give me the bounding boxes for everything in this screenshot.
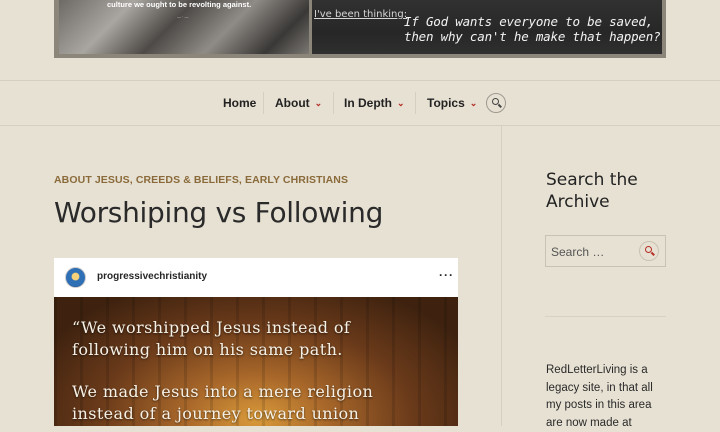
banner-right-quote: If God wants everyone to be saved, then … — [404, 14, 661, 44]
nav-divider — [415, 92, 416, 114]
banner-image-left[interactable]: culture we ought to be revolting against… — [59, 0, 309, 54]
quote-line-3: We made Jesus into a mere religion — [72, 382, 374, 401]
search-button[interactable] — [639, 241, 659, 261]
main-nav: Home About ⌄ In Depth ⌄ Topics ⌄ — [0, 81, 720, 125]
chevron-down-icon: ⌄ — [314, 98, 323, 108]
search-input[interactable] — [551, 245, 636, 259]
banner-quote-line-2: then why can't he make that happen? — [404, 29, 661, 44]
banner-quote-line-1: If God wants everyone to be saved, — [404, 14, 654, 29]
banner-left-text: culture we ought to be revolting against… — [107, 0, 252, 9]
banner-right-label: I've been thinking: — [314, 9, 408, 20]
search-widget-title: Search the Archive — [546, 170, 638, 212]
embed-header: progressivechristianity ··· — [54, 258, 458, 297]
quote-line-2: following him on his same path. — [72, 340, 343, 359]
chevron-down-icon: ⌄ — [469, 98, 478, 108]
nav-divider — [263, 92, 264, 114]
nav-divider — [333, 92, 334, 114]
header-banner[interactable]: culture we ought to be revolting against… — [54, 0, 666, 58]
widget-divider — [545, 316, 666, 317]
banner-left-signature: — · — — [177, 14, 189, 19]
quote-line-1: “We worshipped Jesus instead of — [72, 318, 351, 337]
post-title[interactable]: Worshiping vs Following — [54, 196, 383, 229]
nav-item-label: Topics — [427, 96, 465, 110]
nav-item-home[interactable]: Home — [223, 96, 256, 110]
embed-username[interactable]: progressivechristianity — [97, 271, 207, 282]
quote-line-4: instead of a journey toward union — [72, 404, 360, 423]
nav-search-button[interactable] — [486, 93, 506, 113]
nav-item-label: In Depth — [344, 96, 392, 110]
sidebar-about-text: RedLetterLiving is a legacy site, in tha… — [546, 364, 653, 429]
chevron-down-icon: ⌄ — [397, 98, 405, 108]
sidebar-divider — [501, 126, 502, 426]
search-form — [545, 235, 666, 267]
nav-item-about[interactable]: About ⌄ — [275, 96, 322, 110]
nav-item-in-depth[interactable]: In Depth ⌄ — [344, 96, 405, 110]
banner-image-right[interactable]: I've been thinking: If God wants everyon… — [312, 0, 662, 54]
avatar[interactable] — [65, 267, 86, 288]
instagram-embed[interactable]: progressivechristianity ··· “We worshipp… — [54, 258, 458, 426]
nav-item-label: Home — [223, 96, 257, 110]
embed-quote-image[interactable]: “We worshipped Jesus instead of followin… — [54, 297, 458, 426]
nav-bottom-border — [0, 125, 720, 126]
more-options-icon[interactable]: ··· — [439, 268, 454, 282]
search-icon — [492, 98, 499, 105]
nav-item-topics[interactable]: Topics ⌄ — [427, 96, 477, 110]
nav-item-label: About — [275, 96, 310, 110]
post-categories[interactable]: ABOUT JESUS, CREEDS & BELIEFS, EARLY CHR… — [54, 174, 348, 186]
search-icon — [645, 246, 652, 253]
